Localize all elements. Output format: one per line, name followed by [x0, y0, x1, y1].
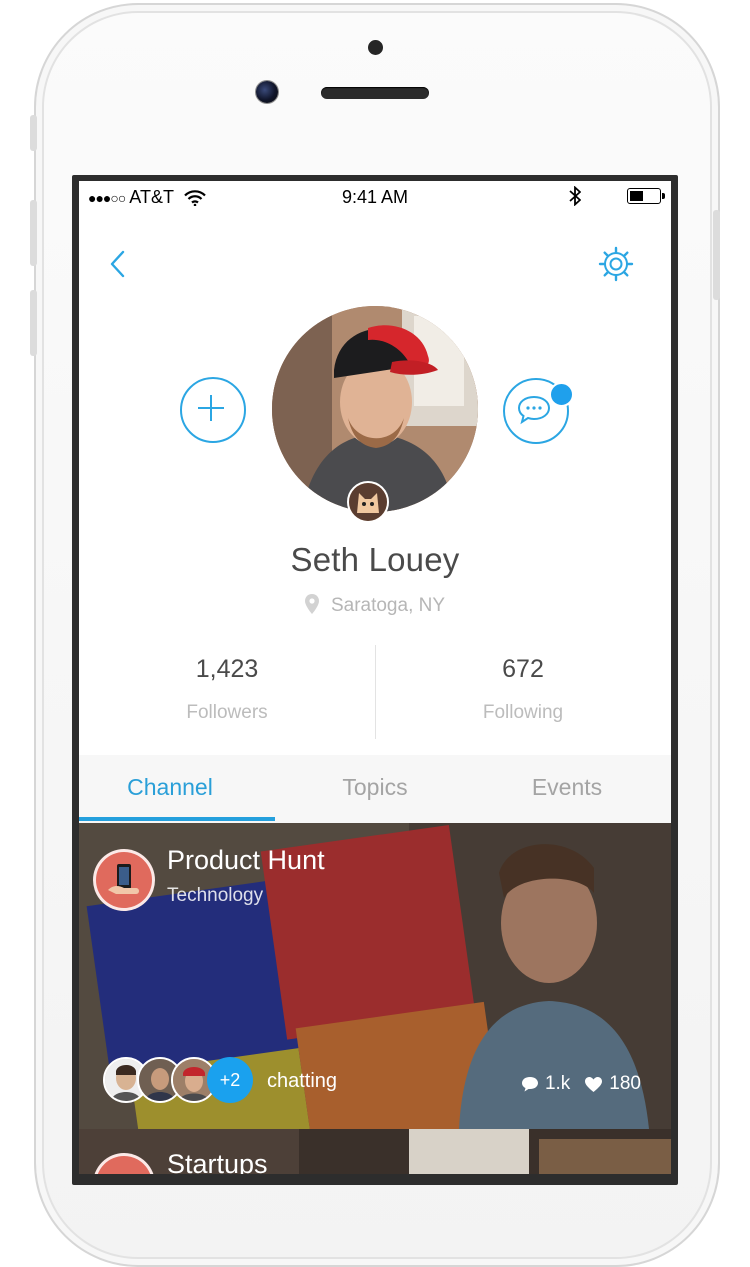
channel-category: Technology [167, 885, 264, 906]
followers-stat[interactable]: 1,423 Followers [79, 643, 375, 724]
comment-icon [521, 1077, 538, 1092]
heart-icon [585, 1076, 603, 1092]
followers-count: 1,423 [195, 655, 259, 683]
like-count: 180 [609, 1073, 641, 1094]
channel-card[interactable]: Startups [79, 1129, 671, 1174]
channel-title: Product Hunt [167, 845, 325, 875]
tab-events[interactable]: Events [471, 755, 663, 823]
avatar [272, 306, 478, 512]
cat-badge-icon [347, 481, 389, 523]
status-bar: ●●●○○ AT&T 9:41 AM [79, 181, 671, 215]
notification-dot [549, 382, 574, 407]
volume-down-button [30, 290, 37, 356]
profile-tabs: Channel Topics Events [79, 755, 671, 823]
profile-location: Saratoga, NY [79, 594, 671, 617]
front-camera [256, 81, 278, 103]
following-stat[interactable]: 672 Following [375, 643, 671, 724]
followers-label: Followers [186, 702, 268, 723]
mute-switch [30, 115, 37, 151]
profile-photo [272, 306, 478, 512]
channel-card[interactable]: Product Hunt Technology +2 chatting 1.k … [79, 823, 671, 1129]
channel-title: Startups [167, 1149, 268, 1174]
bluetooth-icon [569, 186, 581, 206]
gear-icon[interactable] [597, 245, 635, 283]
proximity-sensor [368, 40, 383, 55]
chevron-left-icon[interactable] [105, 247, 131, 281]
following-count: 672 [502, 655, 544, 683]
profile-stats: 1,423 Followers 672 Following [79, 643, 671, 739]
power-button [713, 210, 720, 300]
app-screen: ●●●○○ AT&T 9:41 AM Seth Louey Saratoga, … [79, 181, 671, 1174]
chatting-label: chatting [267, 1070, 338, 1092]
active-tab-indicator [79, 817, 275, 821]
more-chatters-badge: +2 [207, 1057, 253, 1103]
earpiece-speaker [321, 87, 429, 99]
profile-name: Seth Louey [290, 541, 460, 578]
comment-count: 1.k [544, 1073, 571, 1094]
location-pin-icon [304, 594, 319, 614]
channel-stats: 1.k 180 [521, 1073, 641, 1095]
phone-in-hand-icon [93, 849, 155, 911]
volume-up-button [30, 200, 37, 266]
following-label: Following [482, 702, 564, 723]
location-label: Saratoga, NY [330, 595, 446, 616]
tab-topics[interactable]: Topics [279, 755, 471, 823]
plus-icon [198, 395, 224, 421]
battery-icon [627, 188, 665, 204]
follow-button[interactable] [180, 377, 246, 443]
tab-channel[interactable]: Channel [79, 755, 261, 823]
